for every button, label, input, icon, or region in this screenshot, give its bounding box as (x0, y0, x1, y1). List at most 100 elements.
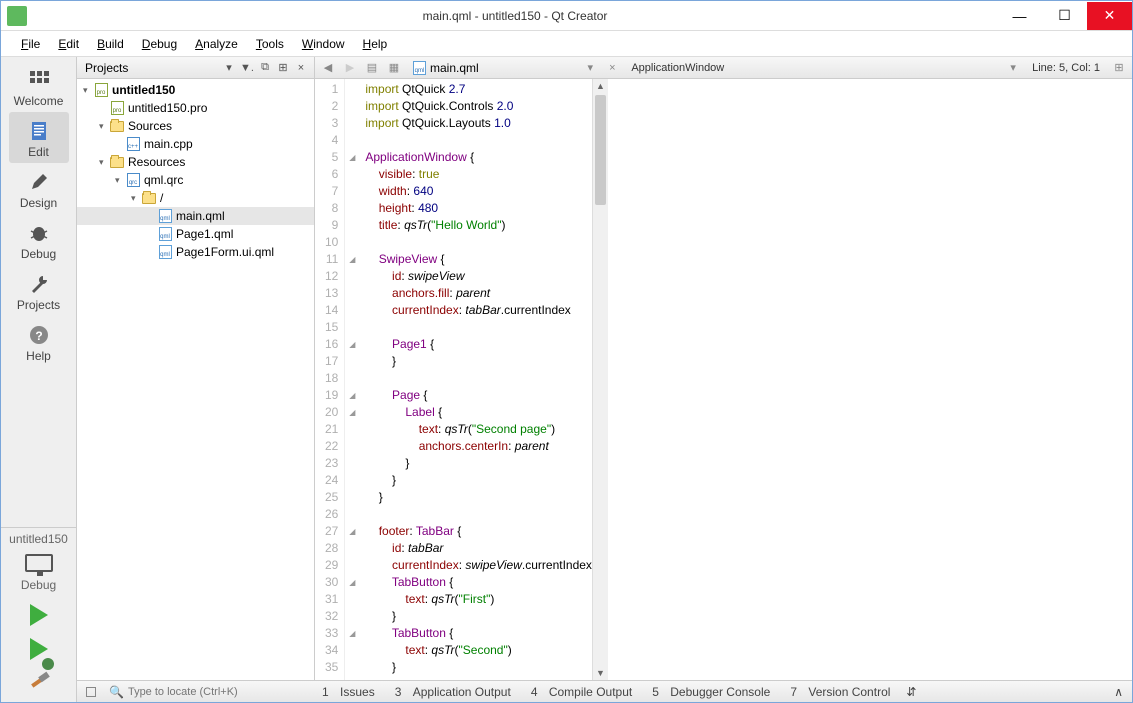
expand-arrow-icon[interactable]: ▾ (115, 175, 125, 186)
menu-build[interactable]: Build (89, 34, 132, 54)
close-editor-icon[interactable]: × (603, 60, 621, 76)
maximize-button[interactable]: ☐ (1042, 2, 1087, 30)
window-title: main.qml - untitled150 - Qt Creator (33, 9, 997, 23)
output-pane-version-control[interactable]: 7 Version Control (787, 685, 893, 699)
folder-icon (141, 191, 157, 205)
app-icon (7, 6, 27, 26)
tree-item[interactable]: ▾/ (77, 189, 314, 207)
expand-arrow-icon[interactable]: ▾ (131, 193, 141, 204)
nav-forward-button[interactable]: ▶ (341, 60, 359, 76)
help-icon: ? (28, 324, 50, 346)
locator[interactable]: 🔍 (109, 685, 309, 699)
link-icon[interactable]: ⧉ (256, 60, 274, 76)
mode-projects[interactable]: Projects (9, 265, 69, 316)
cpp-icon: c++ (125, 137, 141, 151)
expand-arrow-icon[interactable]: ▾ (99, 121, 109, 132)
pro-icon: pro (109, 101, 125, 115)
menu-tools[interactable]: Tools (248, 34, 292, 54)
tree-item[interactable]: qmlPage1.qml (77, 225, 314, 243)
project-view-selector[interactable]: Projects (81, 61, 220, 75)
toggle-sidebar-button[interactable] (83, 687, 99, 697)
output-pane-application-output[interactable]: 3 Application Output (392, 685, 514, 699)
titlebar: main.qml - untitled150 - Qt Creator — ☐ … (1, 1, 1132, 31)
open-file-selector[interactable]: qml main.qml (407, 61, 485, 75)
close-pane-icon[interactable]: × (292, 60, 310, 76)
menu-file[interactable]: File (13, 34, 48, 54)
file-name-label: main.qml (430, 61, 479, 75)
vertical-scrollbar[interactable]: ▲ ▼ (592, 79, 608, 680)
menu-edit[interactable]: Edit (50, 34, 87, 54)
grid-icon (28, 69, 50, 91)
expand-arrow-icon[interactable]: ▾ (83, 85, 93, 96)
bug-icon (28, 222, 50, 244)
nav-back-button[interactable]: ◀ (319, 60, 337, 76)
bug-overlay-icon (42, 658, 54, 670)
split-icon[interactable]: ⊞ (274, 60, 292, 76)
menu-window[interactable]: Window (294, 34, 353, 54)
mode-edit[interactable]: Edit (9, 112, 69, 163)
symbol-crumb[interactable]: ApplicationWindow (625, 62, 730, 74)
build-button[interactable] (29, 666, 49, 702)
search-icon: 🔍 (109, 685, 124, 699)
mode-welcome[interactable]: Welcome (9, 61, 69, 112)
tree-item[interactable]: ▾prountitled150 (77, 81, 314, 99)
minimize-button[interactable]: — (997, 2, 1042, 30)
hammer-icon (29, 672, 49, 692)
tree-item[interactable]: qmlmain.qml (77, 207, 314, 225)
chevron-down-icon[interactable]: ▾ (220, 60, 238, 76)
cursor-position[interactable]: Line: 5, Col: 1 (1026, 62, 1106, 74)
qml-icon: qml (157, 227, 173, 241)
target-selector[interactable]: untitled150 Debug (1, 527, 76, 598)
svg-text:?: ? (35, 329, 42, 343)
qml-file-icon: qml (413, 61, 426, 75)
tree-item[interactable]: c++main.cpp (77, 135, 314, 153)
tree-item[interactable]: ▾Resources (77, 153, 314, 171)
scroll-thumb[interactable] (595, 95, 606, 205)
expand-output-icon[interactable]: ∧ (1111, 685, 1126, 699)
output-pane-issues[interactable]: 1 Issues (319, 685, 378, 699)
scroll-up-icon[interactable]: ▲ (593, 79, 608, 93)
folder-icon (109, 119, 125, 133)
locator-input[interactable] (128, 686, 288, 698)
tree-label: Sources (128, 119, 172, 133)
play-icon (30, 604, 48, 626)
scroll-down-icon[interactable]: ▼ (593, 666, 608, 680)
mode-help[interactable]: ? Help (9, 316, 69, 367)
close-button[interactable]: ✕ (1087, 2, 1132, 30)
tree-item[interactable]: ▾qrcqml.qrc (77, 171, 314, 189)
output-pane-compile-output[interactable]: 4 Compile Output (528, 685, 635, 699)
tree-item[interactable]: ▾ Sources (77, 117, 314, 135)
fold-column[interactable]: ◢◢◢◢◢◢◢◢ (345, 79, 359, 680)
tree-label: Page1.qml (176, 227, 233, 241)
mode-bar: Welcome Edit Design Debug Projects ? Hel… (1, 57, 77, 702)
menu-debug[interactable]: Debug (134, 34, 185, 54)
file-list-icon[interactable]: ▦ (385, 60, 403, 76)
output-pane-debugger-console[interactable]: 5 Debugger Console (649, 685, 773, 699)
chevron-down-icon[interactable]: ▾ (581, 60, 599, 76)
expand-arrow-icon[interactable]: ▾ (99, 157, 109, 168)
debug-run-button[interactable] (30, 632, 48, 666)
bookmark-icon[interactable]: ▤ (363, 60, 381, 76)
split-editor-icon[interactable]: ⊞ (1110, 60, 1128, 76)
run-button[interactable] (30, 598, 48, 632)
code-text[interactable]: import QtQuick 2.7import QtQuick.Control… (359, 79, 592, 680)
output-selector-icon[interactable]: ⇵ (903, 685, 919, 699)
tree-item[interactable]: qmlPage1Form.ui.qml (77, 243, 314, 261)
folder-icon (109, 155, 125, 169)
mode-design[interactable]: Design (9, 163, 69, 214)
tree-label: Page1Form.ui.qml (176, 245, 274, 259)
filter-icon[interactable]: ▼. (238, 60, 256, 76)
output-bar: 🔍 1 Issues 3 Application Output 4 Compile … (77, 680, 1132, 702)
line-gutter[interactable]: 1234567891011121314151617181920212223242… (315, 79, 345, 680)
project-tree[interactable]: ▾prountitled150prountitled150.pro ▾ Source… (77, 79, 314, 680)
mode-debug[interactable]: Debug (9, 214, 69, 265)
tree-item[interactable]: prountitled150.pro (77, 99, 314, 117)
tree-label: main.qml (176, 209, 225, 223)
pro-icon: pro (93, 83, 109, 97)
menu-analyze[interactable]: Analyze (187, 34, 246, 54)
chevron-down-icon[interactable]: ▾ (1004, 60, 1022, 76)
code-editor[interactable]: 1234567891011121314151617181920212223242… (315, 79, 1132, 680)
editor-pane: ◀ ▶ ▤ ▦ qml main.qml ▾ × ApplicationWind… (315, 57, 1132, 680)
menu-help[interactable]: Help (355, 34, 396, 54)
project-pane: Projects ▾ ▼. ⧉ ⊞ × ▾prountitled150proun… (77, 57, 315, 680)
